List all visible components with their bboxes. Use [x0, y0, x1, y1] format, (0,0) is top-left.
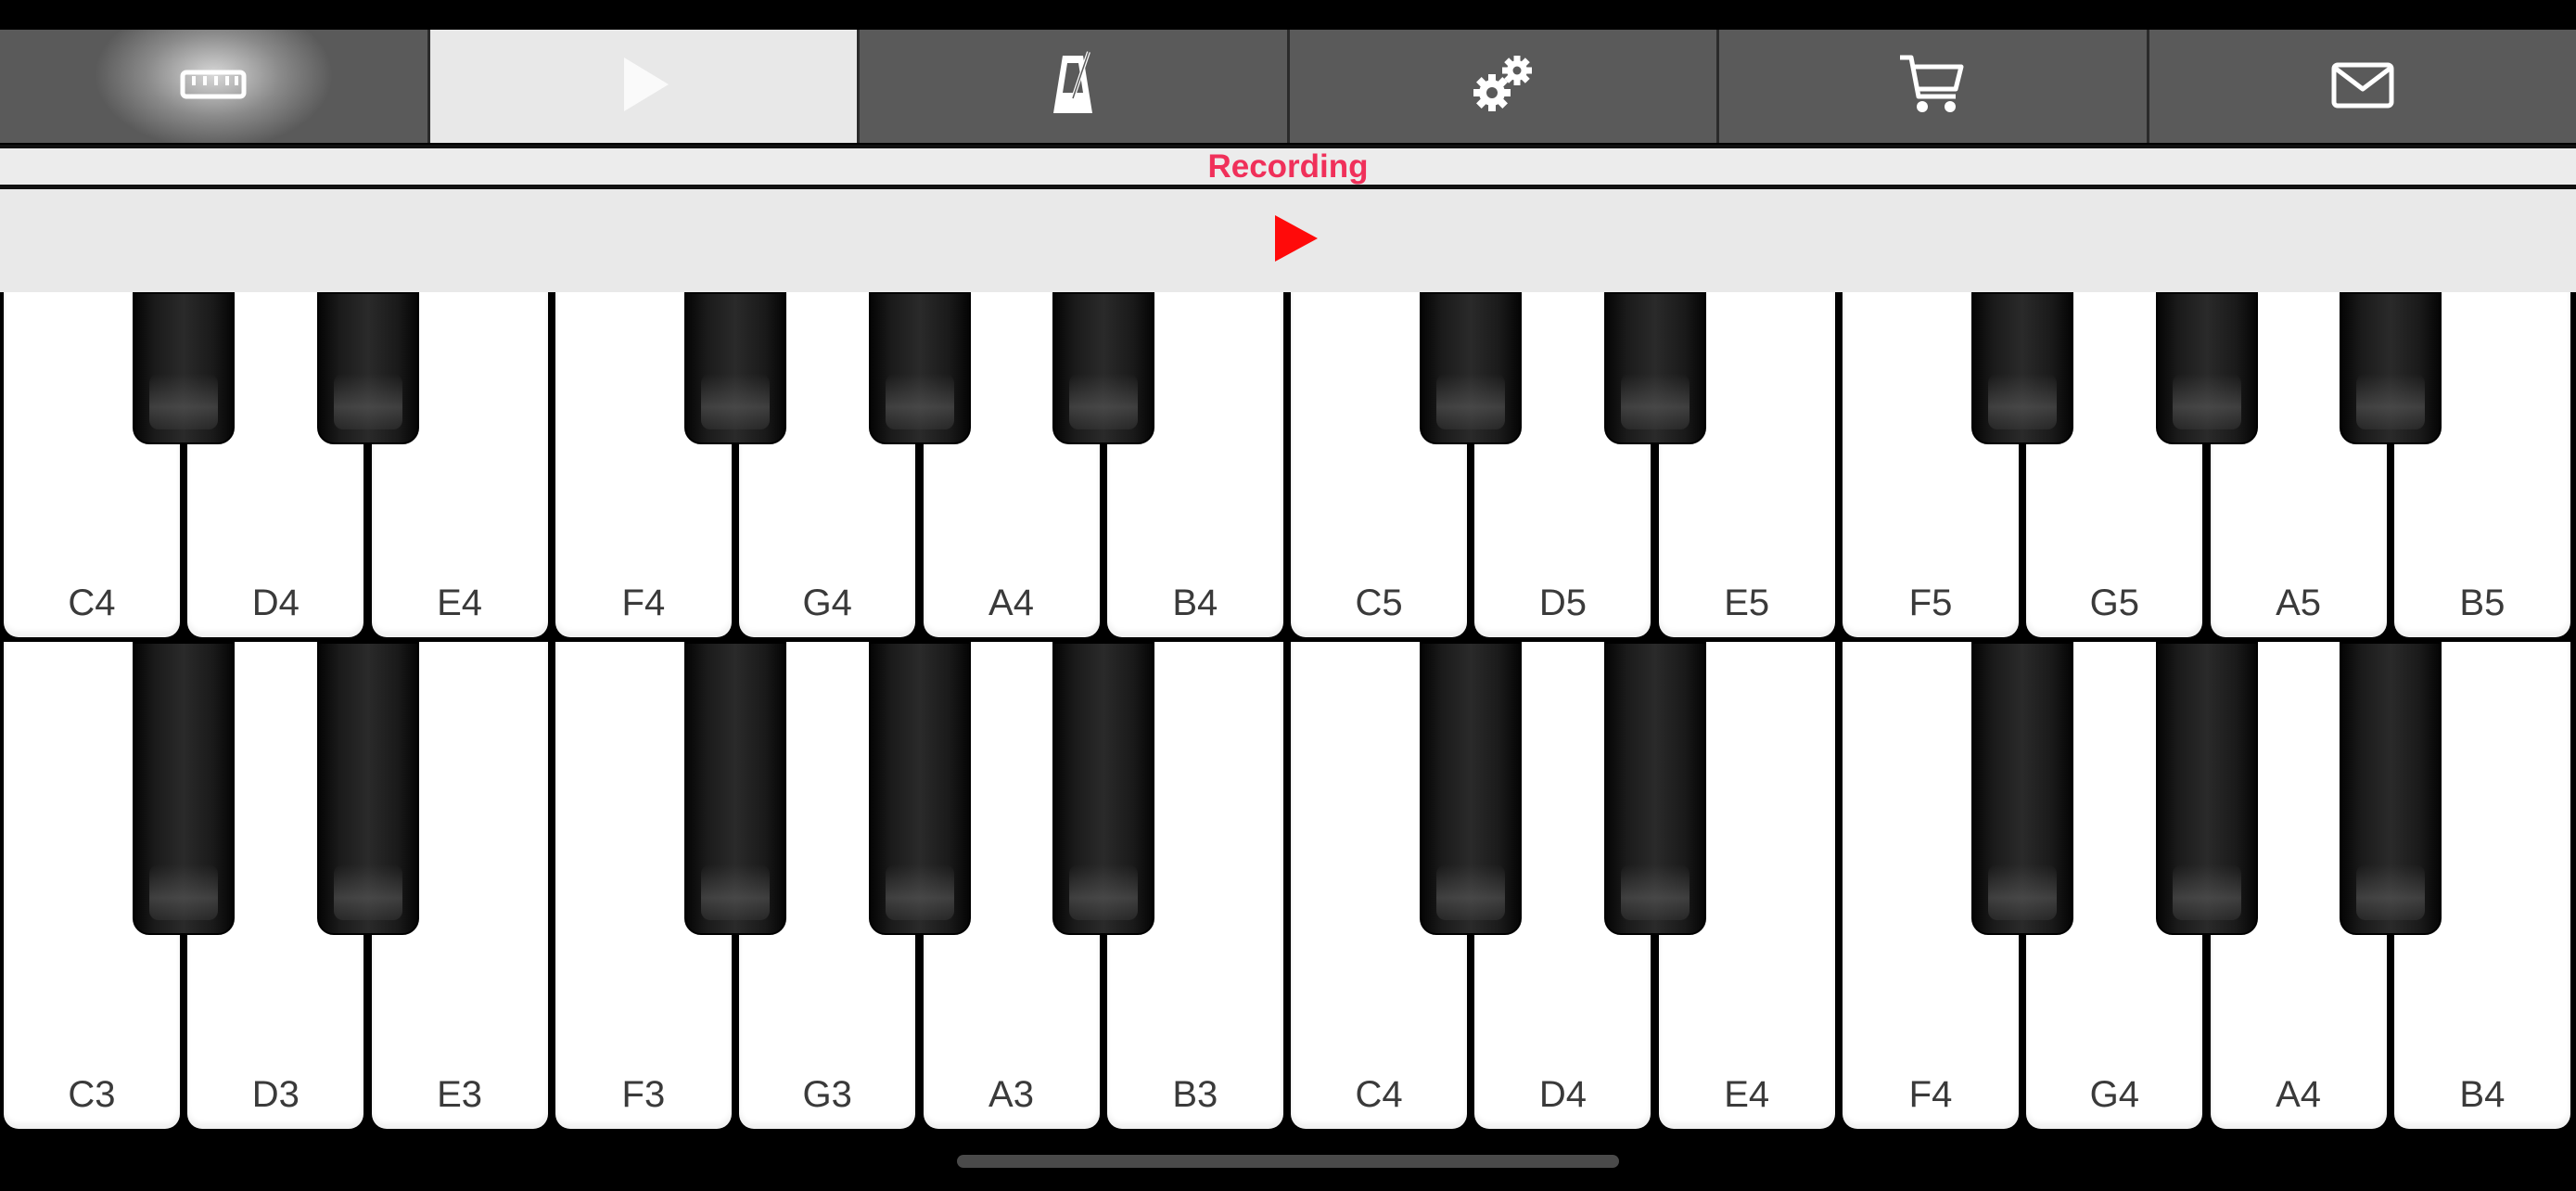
gears-icon [1467, 48, 1539, 125]
home-indicator[interactable] [957, 1155, 1619, 1168]
key-note-label: E3 [437, 1074, 483, 1115]
key-note-label: A4 [988, 583, 1034, 623]
tab-play[interactable] [429, 30, 860, 143]
black-key[interactable] [684, 292, 787, 444]
key-note-label: G4 [802, 583, 852, 623]
black-key[interactable] [2339, 642, 2442, 935]
black-key[interactable] [868, 292, 971, 444]
key-note-label: F5 [1908, 583, 1953, 623]
key-note-label: D4 [251, 583, 300, 623]
key-note-label: D3 [251, 1074, 300, 1115]
keyboard-lower: C3 D3 E3 F3 G3 A3 B3 C4 D4 E4 F4 G4 A4 B4 [0, 642, 2576, 1132]
tab-ruler[interactable] [0, 30, 430, 143]
black-key[interactable] [1420, 642, 1523, 935]
key-note-label: D4 [1538, 1074, 1587, 1115]
tab-metronome[interactable] [860, 30, 1290, 143]
black-key[interactable] [1603, 292, 1706, 444]
key-note-label: B3 [1172, 1074, 1218, 1115]
play-button[interactable] [1271, 211, 1321, 265]
key-note-label: C3 [68, 1074, 116, 1115]
key-note-label: B4 [1172, 583, 1218, 623]
black-key[interactable] [316, 642, 419, 935]
key-note-label: C4 [1355, 1074, 1403, 1115]
black-key[interactable] [868, 642, 971, 935]
key-note-label: A3 [988, 1074, 1034, 1115]
black-key[interactable] [1052, 642, 1154, 935]
tab-contact[interactable] [2149, 30, 2576, 143]
key-note-label: E5 [1724, 583, 1770, 623]
black-key[interactable] [133, 292, 236, 444]
key-note-label: F4 [621, 583, 666, 623]
key-note-label: A4 [2276, 1074, 2322, 1115]
black-key[interactable] [684, 642, 787, 935]
mail-icon [2327, 48, 2399, 125]
ruler-icon [177, 48, 249, 125]
key-note-label: E4 [437, 583, 483, 623]
black-key[interactable] [2155, 642, 2258, 935]
key-note-label: F3 [621, 1074, 666, 1115]
recording-label: Recording [1207, 148, 1369, 185]
key-note-label: A5 [2276, 583, 2322, 623]
play-icon[interactable] [1255, 211, 1321, 270]
key-note-label: C4 [68, 583, 116, 623]
black-key[interactable] [1420, 292, 1523, 444]
black-key[interactable] [1971, 642, 2074, 935]
key-note-label: G4 [2089, 1074, 2139, 1115]
key-note-label: E4 [1724, 1074, 1770, 1115]
black-key[interactable] [1052, 292, 1154, 444]
status-strip: Recording [0, 145, 2576, 189]
black-key[interactable] [316, 292, 419, 444]
black-key[interactable] [1603, 642, 1706, 935]
black-key[interactable] [2155, 292, 2258, 444]
cart-icon [1896, 48, 1969, 125]
play-icon [607, 48, 680, 125]
black-key[interactable] [1971, 292, 2074, 444]
key-note-label: B4 [2459, 1074, 2506, 1115]
black-key[interactable] [2339, 292, 2442, 444]
black-key[interactable] [133, 642, 236, 935]
toolbar [0, 30, 2576, 143]
metronome-icon [1037, 48, 1109, 125]
key-note-label: C5 [1355, 583, 1403, 623]
key-note-label: G3 [802, 1074, 852, 1115]
keyboard-upper: C4 D4 E4 F4 G4 A4 B4 C5 D5 E5 F5 G5 A5 B5 [0, 292, 2576, 640]
tab-store[interactable] [1719, 30, 2149, 143]
key-note-label: D5 [1538, 583, 1587, 623]
playback-strip [0, 189, 2576, 292]
key-note-label: G5 [2089, 583, 2139, 623]
tab-settings[interactable] [1289, 30, 1719, 143]
key-note-label: F4 [1908, 1074, 1953, 1115]
key-note-label: B5 [2459, 583, 2506, 623]
